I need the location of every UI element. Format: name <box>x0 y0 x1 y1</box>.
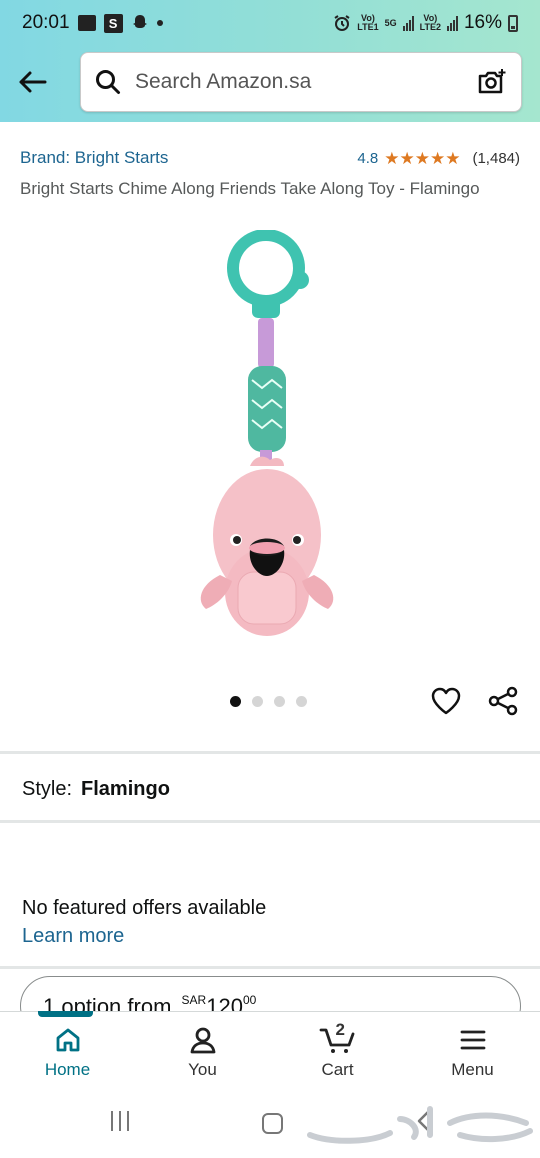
gallery-notification-icon <box>77 15 96 31</box>
learn-more-link[interactable]: Learn more <box>22 925 124 948</box>
brand-rating-row: Brand: Bright Starts 4.8 ★ ★ ★ ★ ★ (1,48… <box>20 148 520 168</box>
nav-menu[interactable]: Menu <box>405 1012 540 1091</box>
app-header: 20:01 S Vo) LTE1 5G Vo) LTE2 16% <box>0 0 540 122</box>
star-icon: ★ <box>445 148 461 168</box>
volte-2-indicator: Vo) LTE2 <box>419 13 441 32</box>
share-button[interactable] <box>487 686 521 718</box>
nav-cart[interactable]: 2 Cart <box>270 1012 405 1091</box>
carousel-dot[interactable] <box>252 696 263 707</box>
section-divider <box>0 820 540 823</box>
status-time: 20:01 <box>22 12 70 33</box>
search-input[interactable] <box>135 70 477 94</box>
active-tab-indicator <box>38 1011 93 1017</box>
no-offers-message: No featured offers available <box>22 897 267 919</box>
system-navigation-bar <box>0 1091 540 1158</box>
star-icon: ★ <box>414 148 430 168</box>
star-rating-icon: ★ ★ ★ ★ ★ <box>384 150 460 167</box>
nav-you-label: You <box>188 1060 217 1079</box>
user-icon <box>190 1027 215 1054</box>
section-divider <box>0 751 540 754</box>
style-label: Style: <box>22 778 73 800</box>
product-title: Bright Starts Chime Along Friends Take A… <box>20 179 480 198</box>
nav-you[interactable]: You <box>135 1012 270 1091</box>
search-icon <box>96 70 120 94</box>
back-arrow-icon <box>19 71 47 93</box>
5g-indicator: 5G <box>384 17 397 28</box>
recent-apps-button[interactable] <box>111 1111 129 1131</box>
rating-summary[interactable]: 4.8 ★ ★ ★ ★ ★ (1,484) <box>357 150 520 167</box>
carousel-dot[interactable] <box>274 696 285 707</box>
share-icon <box>488 686 518 716</box>
star-icon: ★ <box>399 148 415 168</box>
menu-icon <box>460 1030 485 1050</box>
carousel-dot[interactable] <box>296 696 307 707</box>
rating-score: 4.8 <box>357 149 379 167</box>
section-divider <box>0 966 540 969</box>
bottom-navigation: Home You 2 Cart Menu <box>0 1011 540 1091</box>
nav-home-label: Home <box>44 1060 91 1079</box>
product-image[interactable] <box>180 230 360 650</box>
camera-search-icon[interactable] <box>477 68 507 96</box>
nav-cart-label: Cart <box>321 1060 354 1079</box>
battery-icon <box>508 14 518 32</box>
watermark-logo <box>307 1106 533 1144</box>
status-bar: 20:01 S Vo) LTE1 5G Vo) LTE2 16% <box>0 0 540 46</box>
image-carousel-indicator[interactable] <box>230 696 307 707</box>
add-to-wishlist-button[interactable] <box>430 686 464 718</box>
style-selector[interactable]: Style: Flamingo <box>22 778 170 801</box>
nav-home[interactable]: Home <box>0 1011 135 1091</box>
s-app-notification-icon: S <box>103 13 123 33</box>
style-value: Flamingo <box>81 778 170 800</box>
battery-percent: 16% <box>463 12 502 33</box>
rating-count: (1,484) <box>472 149 520 167</box>
price-currency: SAR <box>181 993 207 1007</box>
nav-menu-label: Menu <box>451 1060 494 1079</box>
star-icon: ★ <box>384 148 400 168</box>
heart-icon <box>431 687 461 715</box>
brand-link[interactable]: Brand: Bright Starts <box>20 148 168 168</box>
volte-1-indicator: Vo) LTE1 <box>357 13 379 32</box>
home-icon <box>56 1028 79 1052</box>
signal-2-icon <box>446 15 458 31</box>
price-fraction: 00 <box>242 993 257 1007</box>
signal-1-icon <box>402 15 414 31</box>
back-button[interactable] <box>12 62 52 102</box>
alarm-icon <box>334 15 350 31</box>
system-home-button[interactable] <box>262 1113 283 1134</box>
carousel-dot-active[interactable] <box>230 696 241 707</box>
more-notifications-icon <box>156 20 163 26</box>
snapchat-notification-icon <box>132 15 147 28</box>
star-icon: ★ <box>429 148 446 168</box>
search-bar[interactable] <box>80 52 522 112</box>
cart-count-badge: 2 <box>335 1020 345 1039</box>
